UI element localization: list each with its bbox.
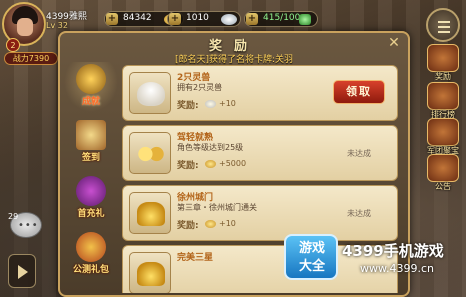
menu-line-icon bbox=[438, 31, 450, 33]
player-level: Lv 32 bbox=[46, 21, 68, 30]
chat-count: 29 bbox=[8, 212, 19, 221]
notice-icon bbox=[427, 154, 459, 182]
legion-treasure-icon bbox=[427, 118, 459, 146]
menu-line-icon bbox=[438, 26, 450, 28]
claim-button[interactable]: 领取 bbox=[333, 80, 385, 104]
reward-value: +5000 bbox=[219, 159, 247, 168]
combat-power: 战力7390 bbox=[4, 52, 58, 65]
tab-signin-label: 签到 bbox=[81, 153, 100, 163]
achievement-desc: 拥有2只灵兽 bbox=[177, 83, 223, 92]
first-charge-gift-icon bbox=[76, 176, 106, 206]
expand-arrow-button[interactable] bbox=[8, 254, 36, 288]
beta-gift-icon bbox=[76, 232, 106, 262]
silver-resource: + 1010 bbox=[167, 11, 241, 27]
status-label: 未达成 bbox=[347, 149, 371, 158]
side-legion-button[interactable]: 军团聚宝 bbox=[424, 118, 462, 156]
tab-beta-gift-label: 公测礼包 bbox=[72, 265, 109, 275]
side-notice-button[interactable]: 公告 bbox=[424, 154, 462, 192]
tab-achievement[interactable]: 成就 bbox=[64, 62, 118, 112]
add-stamina-button[interactable]: + bbox=[246, 13, 258, 25]
side-reward-button[interactable]: 奖励 bbox=[424, 44, 462, 82]
tab-first-charge[interactable]: 首充礼 bbox=[64, 174, 118, 224]
side-notice-label: 公告 bbox=[435, 182, 451, 191]
silver-value: 1010 bbox=[186, 13, 209, 23]
gold-value: 84342 bbox=[123, 13, 152, 23]
watermark-url: www.4399.cn bbox=[360, 262, 434, 275]
gold-coins-icon bbox=[137, 142, 165, 166]
silver-bun-icon bbox=[205, 100, 216, 108]
silver-icon bbox=[221, 14, 237, 25]
side-reward-label: 奖励 bbox=[435, 72, 451, 81]
reward-value: +10 bbox=[219, 99, 236, 108]
reward-label: 奖励: bbox=[177, 161, 199, 171]
stamina-resource: + 415/100 bbox=[244, 11, 318, 27]
stamina-value: 415/100 bbox=[263, 13, 301, 23]
reward-thumbnail bbox=[129, 72, 171, 114]
reward-tabs: 成就 签到 首充礼 公测礼包 bbox=[64, 62, 118, 294]
watermark-brand: 4399手机游戏 bbox=[342, 242, 444, 260]
achievement-pot-icon bbox=[76, 64, 106, 94]
logo-text-line2: 大全 bbox=[298, 259, 325, 274]
reward-chest-icon bbox=[427, 44, 459, 72]
side-ranking-button[interactable]: 排行榜 bbox=[424, 82, 462, 120]
tab-first-charge-label: 首充礼 bbox=[77, 209, 105, 219]
reward-label: 奖励: bbox=[177, 221, 199, 231]
gold-ingot-icon bbox=[205, 220, 216, 228]
game-site-logo: 游戏 大全 bbox=[284, 234, 338, 280]
achievement-name: 完美三星 bbox=[177, 253, 214, 263]
logo-text-line1: 游戏 bbox=[298, 241, 325, 256]
add-gold-button[interactable]: + bbox=[106, 13, 118, 25]
gold-ingot-icon bbox=[137, 202, 165, 226]
tab-signin[interactable]: 签到 bbox=[64, 118, 118, 168]
achievement-desc: 角色等级达到25级 bbox=[177, 143, 244, 152]
reward-thumbnail bbox=[129, 192, 171, 234]
site-watermark: 游戏 大全 4399手机游戏 www.4399.cn bbox=[284, 232, 466, 292]
chat-bubble-icon: ••• bbox=[18, 220, 39, 231]
menu-line-icon bbox=[438, 21, 450, 23]
achievement-desc: 第三章・徐州城门通关 bbox=[177, 203, 257, 212]
gold-ingot-icon bbox=[137, 262, 165, 286]
signin-scroll-icon bbox=[76, 120, 106, 150]
ranking-icon bbox=[427, 82, 459, 110]
achievement-card: 2只灵兽 拥有2只灵兽 奖励: +10 领取 bbox=[122, 65, 398, 121]
reward-thumbnail bbox=[129, 132, 171, 174]
avatar-face bbox=[17, 18, 33, 36]
achievement-card: 驾轻就熟 角色等级达到25级 奖励: +5000 未达成 bbox=[122, 125, 398, 181]
main-menu-button[interactable] bbox=[426, 8, 460, 42]
vip-badge: 2 bbox=[6, 38, 20, 52]
steamed-bun-icon bbox=[137, 82, 165, 106]
gold-coin-icon bbox=[205, 160, 216, 168]
stamina-icon bbox=[299, 14, 311, 25]
close-icon[interactable]: ✕ bbox=[386, 35, 402, 51]
add-silver-button[interactable]: + bbox=[169, 13, 181, 25]
reward-value: +10 bbox=[219, 219, 236, 228]
reward-label: 奖励: bbox=[177, 101, 199, 111]
reward-thumbnail bbox=[129, 252, 171, 293]
tab-beta-gift[interactable]: 公测礼包 bbox=[64, 230, 118, 280]
tab-achievement-label: 成就 bbox=[81, 97, 100, 107]
status-label: 未达成 bbox=[347, 209, 371, 218]
